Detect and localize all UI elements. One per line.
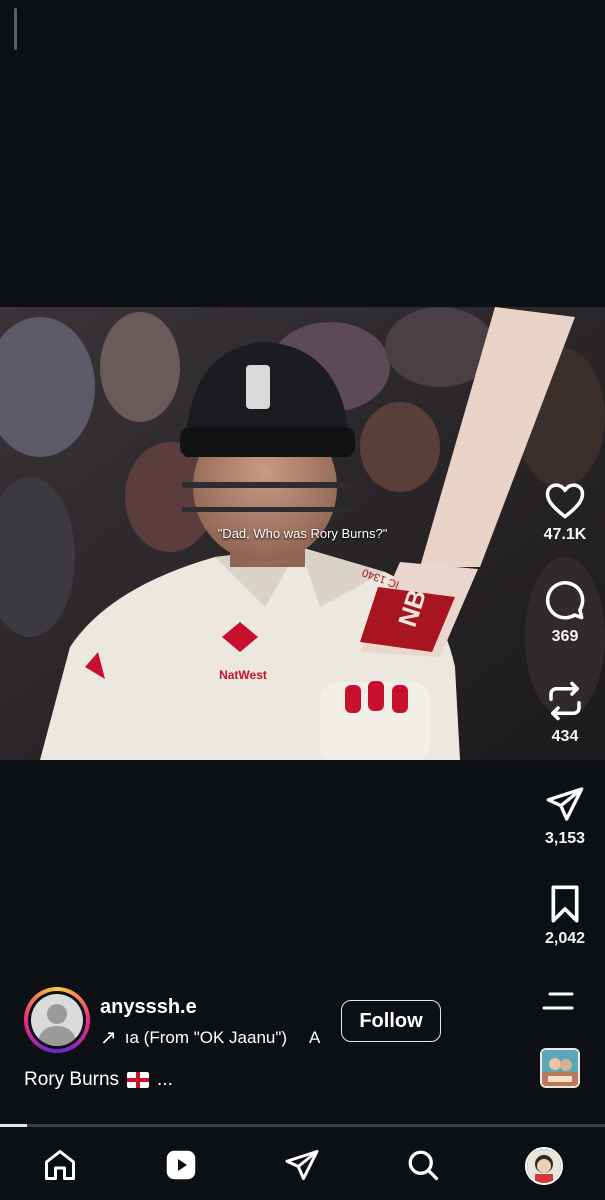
paper-plane-icon[interactable] — [545, 784, 585, 824]
nav-profile[interactable] — [525, 1147, 563, 1185]
like-action[interactable]: 47.1K — [525, 480, 605, 544]
post-caption-text: Rory Burns — [24, 1069, 120, 1090]
caption-more: ... — [157, 1069, 173, 1090]
audio-title: ıa (From "OK Jaanu") — [124, 1027, 288, 1047]
share-action[interactable]: 3,153 — [525, 784, 605, 848]
audio-thumbnail[interactable] — [540, 1048, 580, 1088]
author-username[interactable]: anysssh.e — [100, 996, 197, 1019]
nav-reels[interactable] — [163, 1147, 199, 1183]
sponsor-text: NatWest — [219, 668, 267, 682]
default-avatar-icon — [37, 1004, 77, 1046]
heart-icon[interactable] — [544, 480, 586, 520]
author-avatar[interactable] — [24, 987, 90, 1053]
direct-icon — [285, 1150, 319, 1180]
search-icon — [408, 1150, 439, 1181]
nav-search[interactable] — [405, 1147, 441, 1183]
audio-cover-image — [542, 1050, 578, 1086]
repost-action[interactable]: 434 — [525, 680, 605, 746]
repost-count: 434 — [551, 728, 579, 745]
bookmark-icon[interactable] — [547, 884, 583, 924]
bottom-navigation — [0, 1127, 605, 1200]
comment-icon[interactable] — [544, 580, 586, 622]
more-options-icon[interactable] — [540, 990, 576, 1014]
save-action[interactable]: 2,042 — [525, 884, 605, 948]
post-caption[interactable]: Rory Burns ... — [24, 1069, 173, 1091]
nav-direct[interactable] — [284, 1147, 320, 1183]
reels-icon — [166, 1150, 196, 1180]
profile-avatar — [527, 1149, 561, 1183]
comment-action[interactable]: 369 — [525, 580, 605, 646]
repost-icon[interactable] — [544, 680, 586, 722]
audio-info[interactable]: ↗ ıa (From "OK Jaanu") A — [100, 1025, 320, 1050]
share-count: 3,153 — [544, 830, 586, 847]
video-caption: "Dad, Who was Rory Burns?" — [217, 526, 388, 541]
audio-arrow-icon: ↗ — [100, 1027, 117, 1049]
comment-count: 369 — [551, 628, 579, 645]
save-count: 2,042 — [544, 930, 586, 947]
england-flag-icon — [127, 1072, 150, 1088]
audio-extra: A — [309, 1027, 321, 1047]
nav-home[interactable] — [42, 1147, 78, 1183]
status-bar-indicator — [14, 8, 17, 50]
home-icon — [45, 1150, 75, 1180]
follow-button[interactable]: Follow — [341, 1000, 441, 1042]
like-count: 47.1K — [543, 526, 587, 543]
